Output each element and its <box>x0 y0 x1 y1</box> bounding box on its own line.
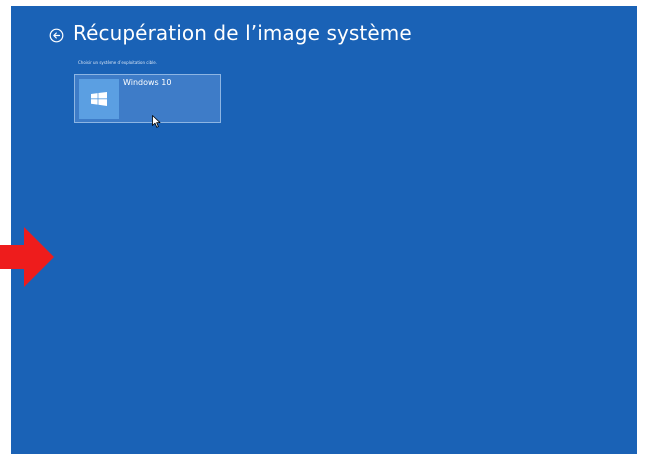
page-title: Récupération de l’image système <box>73 21 412 45</box>
red-arrow-icon <box>0 227 56 291</box>
os-name-label: Windows 10 <box>123 78 172 87</box>
recovery-screen: Récupération de l’image système Choisir … <box>11 6 637 454</box>
os-tile-windows-10[interactable]: Windows 10 <box>74 74 221 123</box>
windows-logo-icon <box>91 92 107 106</box>
back-arrow-circle-icon[interactable] <box>49 28 64 43</box>
os-logo-tile <box>79 79 119 119</box>
page-subtitle: Choisir un système d’exploitation cible. <box>78 60 157 65</box>
mouse-pointer-icon <box>152 113 161 132</box>
screenshot-frame: Récupération de l’image système Choisir … <box>0 0 646 467</box>
